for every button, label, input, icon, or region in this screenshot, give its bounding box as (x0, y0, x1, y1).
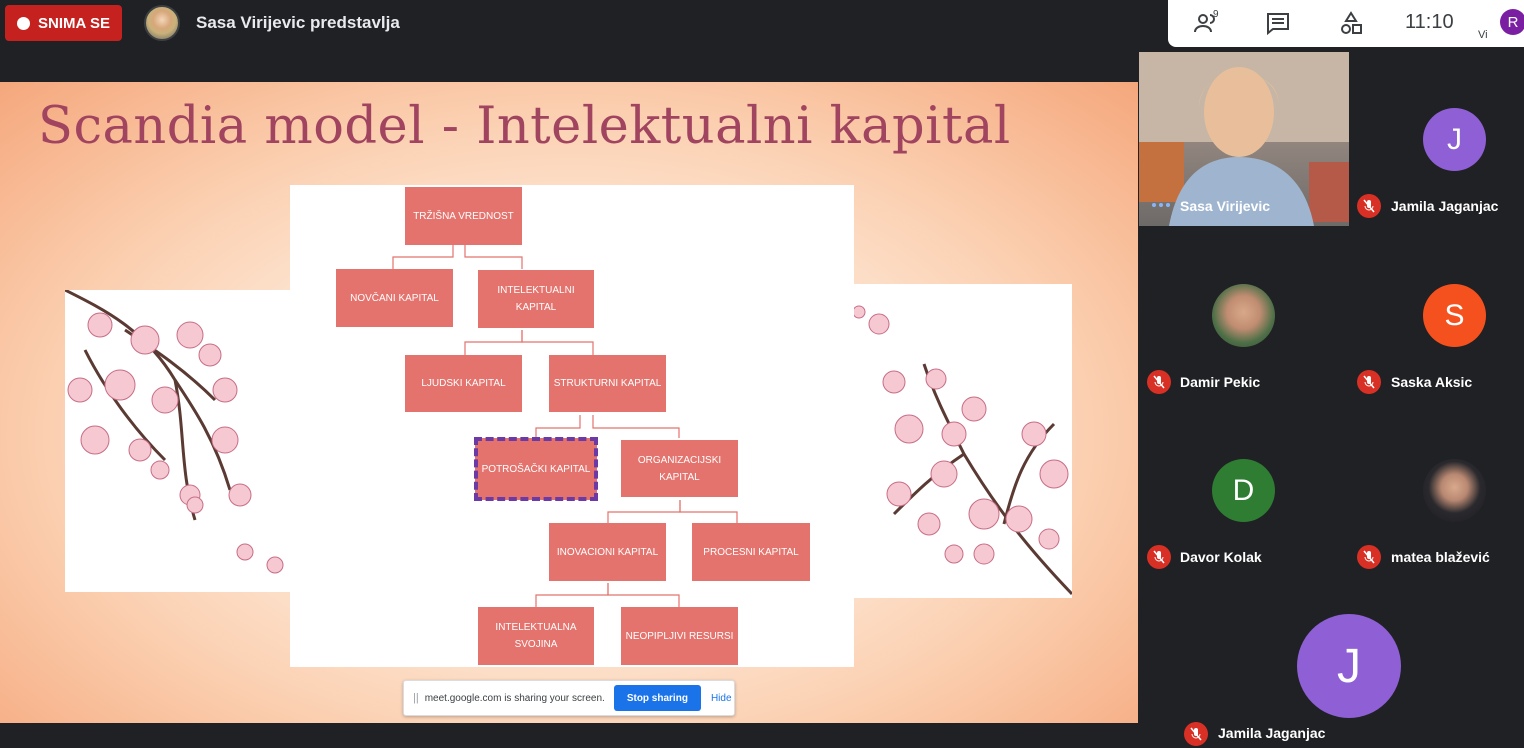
cherry-blossom-image-right (852, 284, 1074, 598)
participant-name: Jamila Jaganjac (1391, 198, 1499, 214)
participant-name: Damir Pekic (1180, 374, 1261, 390)
node-organizacijski-kapital: ORGANIZACIJSKI KAPITAL (621, 440, 738, 497)
connector-lines (392, 245, 738, 607)
presentation-slide: Scandia model - Intelektualni kapital TR… (0, 82, 1138, 723)
presenter-avatar (144, 5, 180, 41)
chat-icon[interactable] (1264, 10, 1292, 38)
activities-icon[interactable] (1337, 10, 1365, 38)
participant-count: 9 (1213, 9, 1219, 20)
participant-name: Sasa Virijevic (1180, 198, 1271, 214)
drag-handle-icon[interactable]: || (413, 692, 419, 704)
mic-off-icon (1147, 545, 1171, 569)
presenter-label: Sasa Virijevic predstavlja (196, 13, 400, 32)
cherry-blossom-image-left (64, 288, 290, 592)
recording-badge[interactable]: SNIMA SE (5, 5, 122, 41)
participant-name: Jamila Jaganjac (1218, 725, 1326, 741)
mic-off-icon (1184, 722, 1208, 746)
mic-off-icon (1147, 370, 1171, 394)
mic-off-icon (1357, 545, 1381, 569)
clock: 11:10 (1405, 11, 1454, 33)
org-chart-diagram: TRŽIŠNA VREDNOST NOVČANI KAPITAL INTELEK… (290, 185, 854, 667)
participant-avatar-large: J (1297, 614, 1401, 718)
mic-off-icon (1357, 370, 1381, 394)
share-message: meet.google.com is sharing your screen. (424, 692, 605, 704)
participant-name: Davor Kolak (1180, 549, 1262, 565)
participant-name: Saska Aksic (1391, 374, 1473, 390)
node-potrosacki-kapital: POTROŠAČKI KAPITAL (474, 437, 598, 501)
node-novcani-kapital: NOVČANI KAPITAL (336, 269, 453, 327)
node-ljudski-kapital: LJUDSKI KAPITAL (405, 355, 522, 412)
participant-avatar: S (1423, 284, 1486, 347)
mic-off-icon (1357, 194, 1381, 218)
speaking-indicator-icon (1152, 203, 1170, 207)
node-intelektualni-kapital: INTELEKTUALNI KAPITAL (478, 270, 594, 328)
participant-avatar-photo (1423, 459, 1486, 522)
node-neopipljivi-resursi: NEOPIPLJIVI RESURSI (621, 607, 738, 665)
self-label: Vi (1478, 29, 1488, 41)
slide-title: Scandia model - Intelektualni kapital (38, 97, 1011, 156)
participant-name: matea blažević (1391, 549, 1490, 565)
participant-avatar-photo (1212, 284, 1275, 347)
hide-button[interactable]: Hide (711, 693, 732, 704)
stop-sharing-button[interactable]: Stop sharing (613, 685, 701, 711)
recording-label: SNIMA SE (38, 14, 110, 32)
participant-avatar: J (1423, 108, 1486, 171)
record-icon (17, 16, 30, 30)
participant-avatar: D (1212, 459, 1275, 522)
node-trzisna-vrednost: TRŽIŠNA VREDNOST (405, 187, 522, 245)
self-avatar[interactable]: R (1500, 9, 1524, 35)
node-intelektualna-svojina: INTELEKTUALNA SVOJINA (478, 607, 594, 665)
node-procesni-kapital: PROCESNI KAPITAL (692, 523, 810, 581)
screen-share-bar: || meet.google.com is sharing your scree… (403, 680, 735, 716)
node-strukturni-kapital: STRUKTURNI KAPITAL (549, 355, 666, 412)
node-inovacioni-kapital: INOVACIONI KAPITAL (549, 523, 666, 581)
